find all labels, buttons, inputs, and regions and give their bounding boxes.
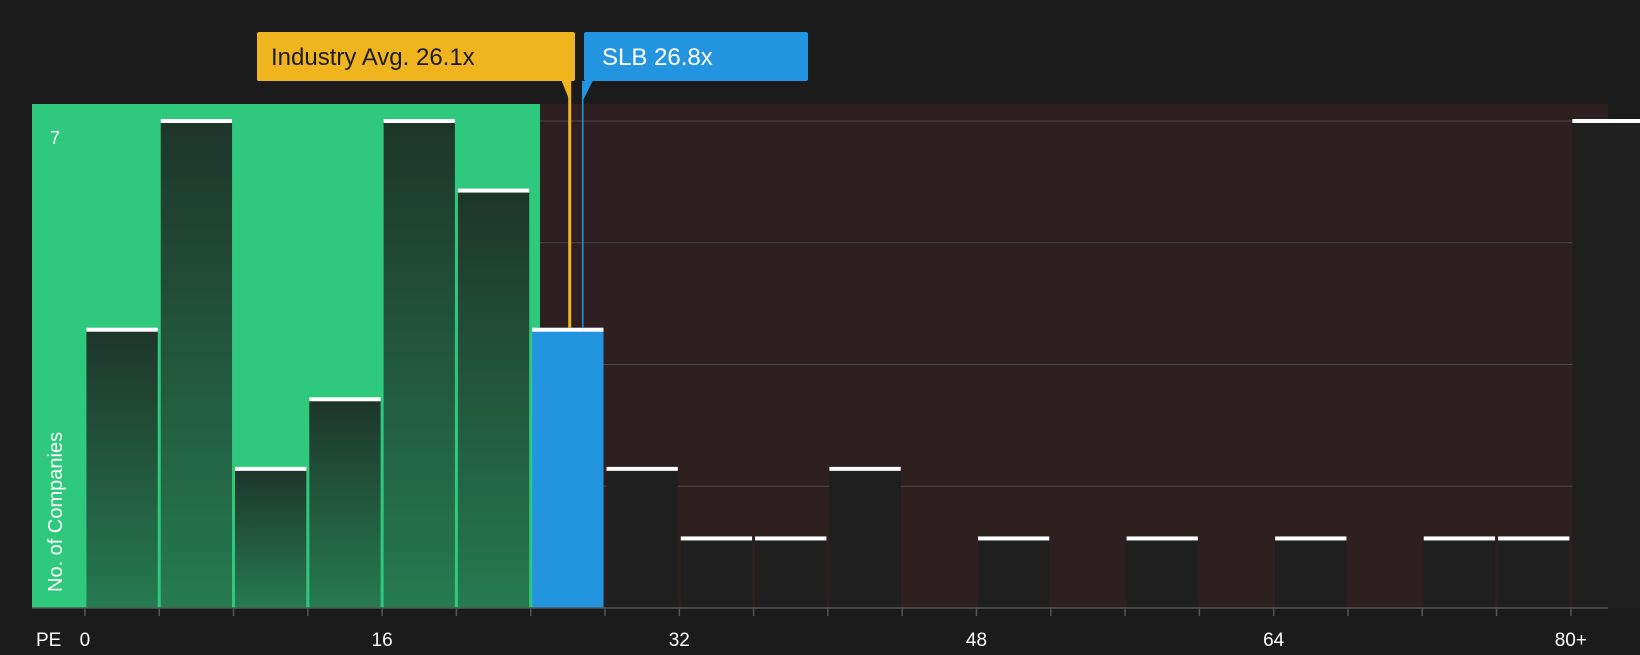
chart-canvas: PE No. of Companies 7 0 16 32 48 64 80+ Indus… [32, 32, 1640, 651]
x-tick-label-4: 64 [1263, 630, 1285, 650]
x-tick-label-2: 32 [669, 630, 690, 650]
histogram-bar-11 [977, 538, 1050, 608]
histogram-bar-1 [160, 121, 233, 608]
x-tick-label-0: 0 [80, 630, 91, 650]
marker-label-1: SLB 26.8x [602, 44, 713, 71]
histogram-bar-6 [532, 329, 604, 608]
histogram-bar-16 [1572, 121, 1640, 608]
region-overvalued [539, 104, 1609, 608]
histogram-bar-12 [1126, 538, 1198, 608]
histogram-bar-cap-0 [86, 327, 158, 332]
marker-label-0: Industry Avg. 26.1x [271, 44, 475, 71]
histogram-bar-cap-4 [383, 119, 455, 123]
y-axis-label: No. of Companies [45, 432, 67, 592]
histogram-bar-cap-1 [160, 119, 233, 123]
histogram-bar-10 [829, 468, 901, 608]
histogram-bar-cap-14 [1423, 536, 1496, 541]
histogram-bar-cap-12 [1126, 536, 1198, 541]
histogram-bar-7 [606, 468, 678, 608]
histogram-bar-9 [755, 538, 827, 608]
histogram-bar-4 [383, 121, 455, 608]
histogram-bar-cap-9 [755, 536, 827, 541]
histogram-bar-13 [1275, 538, 1347, 608]
x-tick-layer: 0 16 32 48 64 80+ [80, 608, 1587, 651]
histogram-bar-cap-15 [1498, 536, 1570, 541]
histogram-bar-cap-11 [977, 536, 1050, 541]
histogram-bar-cap-6 [532, 327, 604, 332]
histogram-bar-2 [235, 468, 307, 608]
histogram-bar-cap-10 [829, 466, 901, 471]
histogram-bar-8 [680, 538, 753, 608]
histogram-bar-cap-7 [606, 466, 678, 471]
histogram-bar-3 [309, 399, 381, 608]
pe-distribution-chart: PE No. of Companies 7 0 16 32 48 64 80+ Indus… [0, 0, 1640, 651]
x-axis-label: PE [36, 630, 61, 650]
x-tick-label-1: 16 [372, 630, 393, 650]
y-tick-label-top: 7 [50, 128, 60, 148]
histogram-bar-14 [1423, 538, 1496, 608]
histogram-bar-cap-5 [457, 188, 530, 193]
histogram-bar-cap-2 [235, 466, 307, 471]
histogram-bar-cap-16 [1572, 119, 1640, 123]
histogram-bar-0 [86, 329, 158, 608]
histogram-bar-cap-3 [309, 397, 381, 402]
x-tick-label-5: 80+ [1555, 630, 1587, 650]
histogram-bar-5 [457, 190, 530, 609]
marker-pointer-1 [582, 81, 593, 101]
histogram-bar-cap-8 [680, 536, 753, 541]
histogram-bar-15 [1498, 538, 1570, 608]
histogram-bar-cap-13 [1275, 536, 1347, 541]
x-tick-label-3: 48 [966, 630, 987, 650]
